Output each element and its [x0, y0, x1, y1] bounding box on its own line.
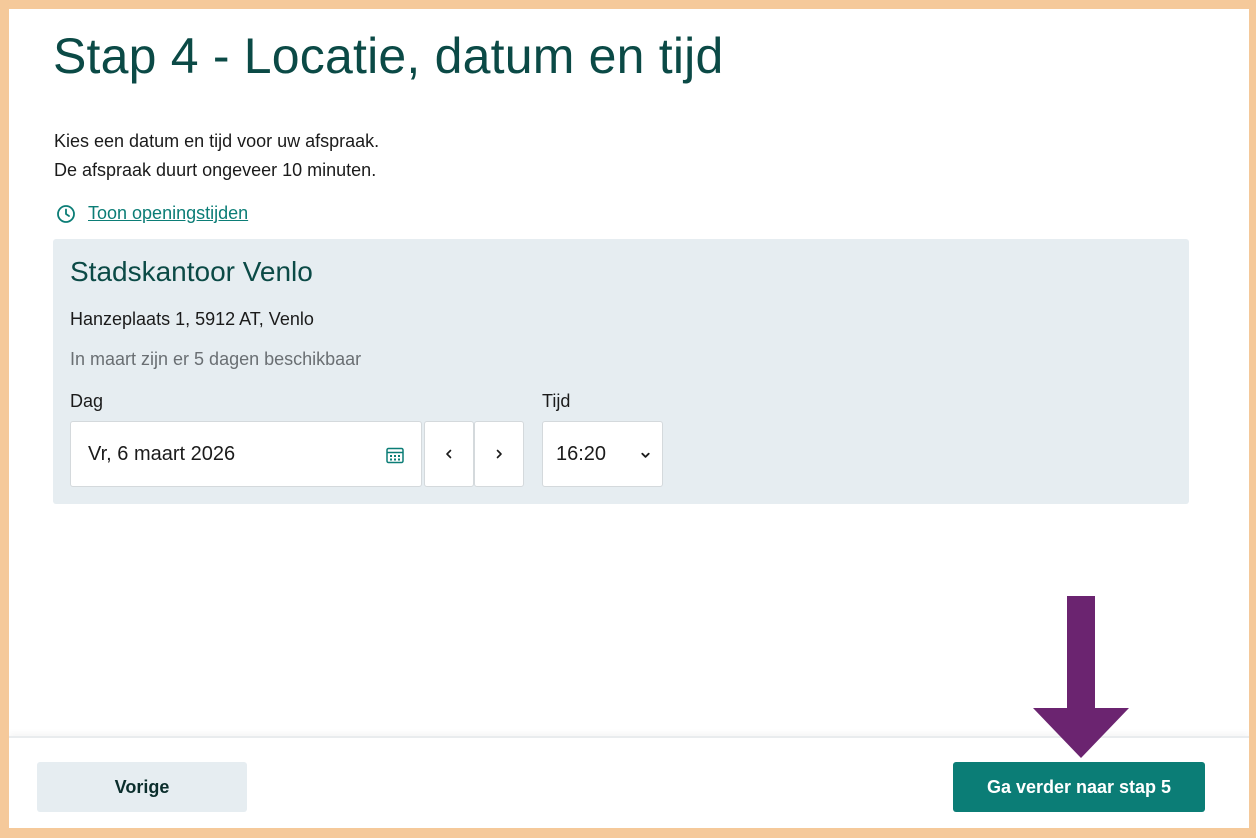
time-value: 16:20 — [556, 442, 607, 465]
next-day-button[interactable] — [474, 421, 524, 487]
intro-text: Kies een datum en tijd voor uw afspraak.… — [54, 127, 379, 185]
location-address: Hanzeplaats 1, 5912 AT, Venlo — [70, 309, 314, 329]
opening-hours-link[interactable]: Toon openingstijden — [56, 203, 248, 224]
footer-navigation: Vorige Ga verder naar stap 5 — [9, 736, 1249, 828]
chevron-right-icon — [496, 449, 502, 459]
page-frame: Stap 4 - Locatie, datum en tijd Kies een… — [9, 9, 1249, 828]
day-label: Dag — [70, 391, 104, 411]
date-input[interactable]: Vr, 6 maart 2026 — [70, 421, 422, 487]
chevron-left-icon — [446, 449, 452, 459]
previous-day-button[interactable] — [424, 421, 474, 487]
intro-line-choose: Kies een datum en tijd voor uw afspraak. — [54, 131, 380, 151]
clock-icon — [57, 204, 75, 223]
chevron-down-icon — [641, 452, 650, 458]
next-step-button[interactable]: Ga verder naar stap 5 — [953, 762, 1205, 812]
previous-button[interactable]: Vorige — [37, 762, 247, 812]
time-label: Tijd — [542, 391, 571, 411]
opening-hours-link-label[interactable]: Toon openingstijden — [88, 203, 248, 224]
intro-line-duration: De afspraak duurt ongeveer 10 minuten. — [54, 160, 377, 180]
date-value: Vr, 6 maart 2026 — [88, 442, 236, 465]
main-content: Stap 4 - Locatie, datum en tijd Kies een… — [9, 9, 1249, 738]
location-name: Stadskantoor Venlo — [70, 256, 313, 287]
page-title: Stap 4 - Locatie, datum en tijd — [53, 28, 724, 84]
time-select[interactable]: 16:20 — [542, 421, 663, 487]
location-card: Stadskantoor Venlo Hanzeplaats 1, 5912 A… — [53, 239, 1189, 504]
calendar-icon[interactable] — [385, 445, 405, 465]
availability-text: In maart zijn er 5 dagen beschikbaar — [70, 349, 362, 369]
